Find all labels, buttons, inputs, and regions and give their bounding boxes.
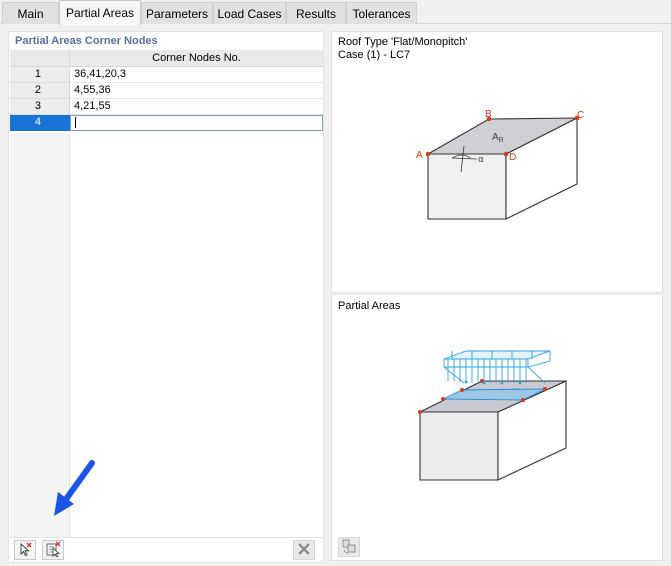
table-row[interactable]: 1 36,41,20,3 <box>10 67 323 83</box>
section-title: Partial Areas Corner Nodes <box>15 35 158 47</box>
roof-area-label-sub: R <box>499 137 504 144</box>
tab-tolerances-label: Tolerances <box>352 6 411 21</box>
roof-type-panel: Roof Type 'Flat/Monopitch' Case (1) - LC… <box>331 31 663 293</box>
roof-diagram: A B C D AR α <box>416 109 584 220</box>
table-row[interactable]: 3 4,21,55 <box>10 99 323 115</box>
tab-load-cases-label: Load Cases <box>217 6 282 21</box>
table-row-active[interactable]: 4 <box>10 115 323 131</box>
pick-nodes-list-icon <box>45 541 61 560</box>
load-arrowhead <box>464 380 468 384</box>
table-header: Corner Nodes No. <box>10 50 323 67</box>
node-point <box>441 397 445 401</box>
tab-results[interactable]: Results <box>286 2 346 24</box>
load-front-face <box>443 358 529 368</box>
corner-c-label: C <box>577 110 584 121</box>
node-point <box>543 387 547 391</box>
box-front-face <box>419 411 499 481</box>
tab-partial-areas[interactable]: Partial Areas <box>59 0 141 25</box>
view-options-icon <box>341 538 357 557</box>
load-distribution <box>443 350 551 384</box>
box-front-face <box>427 153 507 220</box>
annotation-arrow-icon <box>54 460 95 516</box>
corner-d-label: D <box>509 152 516 163</box>
tab-main-label: Main <box>17 6 44 21</box>
row-number[interactable]: 3 <box>10 99 70 115</box>
corner-nodes-cell[interactable]: 4,21,55 <box>70 99 323 115</box>
partial-areas-diagram <box>418 350 567 481</box>
delete-row-button[interactable] <box>293 540 315 560</box>
node-point <box>460 388 464 392</box>
load-arrowhead <box>482 381 486 385</box>
corner-a-point <box>425 151 431 157</box>
corner-nodes-cell[interactable]: 36,41,20,3 <box>70 67 323 83</box>
view-options-button[interactable] <box>338 537 360 557</box>
corner-b-label: B <box>485 109 492 120</box>
pick-node-icon <box>17 541 33 560</box>
table-toolbar <box>9 537 323 561</box>
tab-partial-areas-label: Partial Areas <box>65 6 135 20</box>
tab-main[interactable]: Main <box>2 2 59 24</box>
partial-areas-panel: Partial Areas <box>331 294 663 561</box>
corner-nodes-cell[interactable]: 4,55,36 <box>70 83 323 99</box>
close-icon <box>297 542 311 559</box>
table-row[interactable]: 2 4,55,36 <box>10 83 323 99</box>
row-number[interactable]: 4 <box>10 115 70 131</box>
node-point <box>418 410 422 414</box>
tab-load-cases[interactable]: Load Cases <box>213 2 286 24</box>
tab-bar: Main Partial Areas Parameters Load Cases… <box>0 0 671 25</box>
load-arrowhead <box>500 381 504 385</box>
row-number[interactable]: 2 <box>10 83 70 99</box>
tab-tolerances[interactable]: Tolerances <box>346 2 417 24</box>
pick-node-button[interactable] <box>14 540 36 560</box>
text-caret <box>75 116 76 128</box>
corner-nodes-input[interactable] <box>70 115 323 131</box>
tab-parameters-label: Parameters <box>145 6 209 21</box>
table-corner-cell <box>10 50 70 67</box>
corner-a-label: A <box>416 150 423 161</box>
corner-d-point <box>503 151 509 157</box>
load-arrowhead <box>518 381 522 385</box>
column-header-corner-nodes: Corner Nodes No. <box>70 50 323 67</box>
pick-nodes-list-button[interactable] <box>42 540 64 560</box>
slope-angle-label: α <box>478 155 484 165</box>
node-point <box>521 398 525 402</box>
tab-parameters[interactable]: Parameters <box>141 2 213 24</box>
row-number[interactable]: 1 <box>10 67 70 83</box>
tab-results-label: Results <box>295 6 336 21</box>
